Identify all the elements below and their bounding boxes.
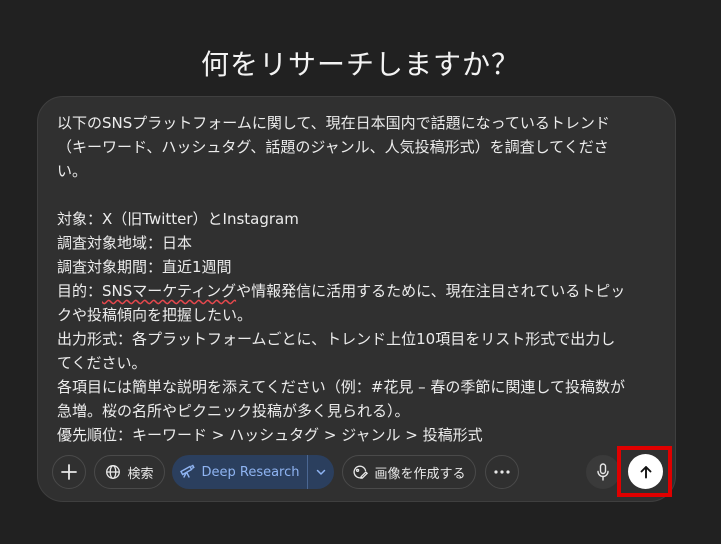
create-image-label: 画像を作成する (374, 466, 466, 482)
deep-research-button[interactable]: Deep Research (172, 455, 307, 489)
ellipsis-icon (494, 470, 510, 474)
arrow-up-icon (638, 464, 654, 480)
telescope-icon (179, 462, 196, 482)
prompt-blank-line (57, 183, 661, 207)
deep-research-label: Deep Research (201, 464, 300, 480)
prompt-line: 優先順位：キーワード > ハッシュタグ > ジャンル > 投稿形式 (57, 426, 483, 444)
send-button[interactable] (628, 454, 663, 489)
image-create-icon (352, 464, 369, 480)
page-title: 何をリサーチしますか？ (200, 47, 520, 81)
create-image-button[interactable]: 画像を作成する (342, 455, 476, 489)
more-button[interactable] (485, 455, 519, 489)
composer-toolbar: 検索 Deep Research 画像を作成する (38, 455, 675, 491)
deep-research-dropdown[interactable] (308, 455, 334, 489)
prompt-line: 出力形式：各プラットフォームごとに、トレンド上位10項目をリスト形式で出力し (57, 330, 616, 348)
prompt-line: 対象：X（旧Twitter）とInstagram (57, 210, 299, 228)
plus-icon (60, 463, 78, 481)
prompt-text: 目的： (57, 282, 103, 300)
microphone-button[interactable] (586, 455, 620, 489)
chevron-down-icon (315, 463, 327, 482)
prompt-composer[interactable]: 以下のSNSプラットフォームに関して、現在日本国内で話題になっているトレンド （… (37, 96, 676, 502)
prompt-line: い。 (57, 162, 88, 180)
prompt-line: 急増。桜の名所やピクニック投稿が多く見られる）。 (57, 402, 410, 420)
prompt-line: 目的：SNSマーケティングや情報発信に活用するために、現在注目されているトピッ (57, 279, 661, 303)
prompt-line: 調査対象地域：日本 (57, 234, 193, 252)
prompt-textarea[interactable]: 以下のSNSプラットフォームに関して、現在日本国内で話題になっているトレンド （… (57, 111, 661, 447)
prompt-line: 調査対象期間：直近1週間 (57, 258, 232, 276)
deep-research-toggle: Deep Research (172, 455, 334, 489)
prompt-text: や情報発信に活用するために、現在注目されているトピッ (236, 282, 626, 300)
microphone-icon (596, 463, 610, 481)
prompt-line: てください。 (57, 354, 147, 372)
spellcheck-flagged-word[interactable]: SNSマーケティング (102, 282, 236, 300)
add-button[interactable] (52, 455, 86, 489)
prompt-line: 各項目には簡単な説明を添えてください（例：#花見 – 春の季節に関連して投稿数が (57, 378, 625, 396)
globe-icon (105, 464, 121, 480)
search-button[interactable]: 検索 (94, 455, 165, 489)
prompt-line: 以下のSNSプラットフォームに関して、現在日本国内で話題になっているトレンド (57, 114, 610, 132)
search-button-label: 検索 (127, 466, 154, 482)
prompt-line: クや投稿傾向を把握したい。 (57, 306, 253, 324)
prompt-line: （キーワード、ハッシュタグ、話題のジャンル、人気投稿形式）を調査してくださ (57, 138, 609, 156)
